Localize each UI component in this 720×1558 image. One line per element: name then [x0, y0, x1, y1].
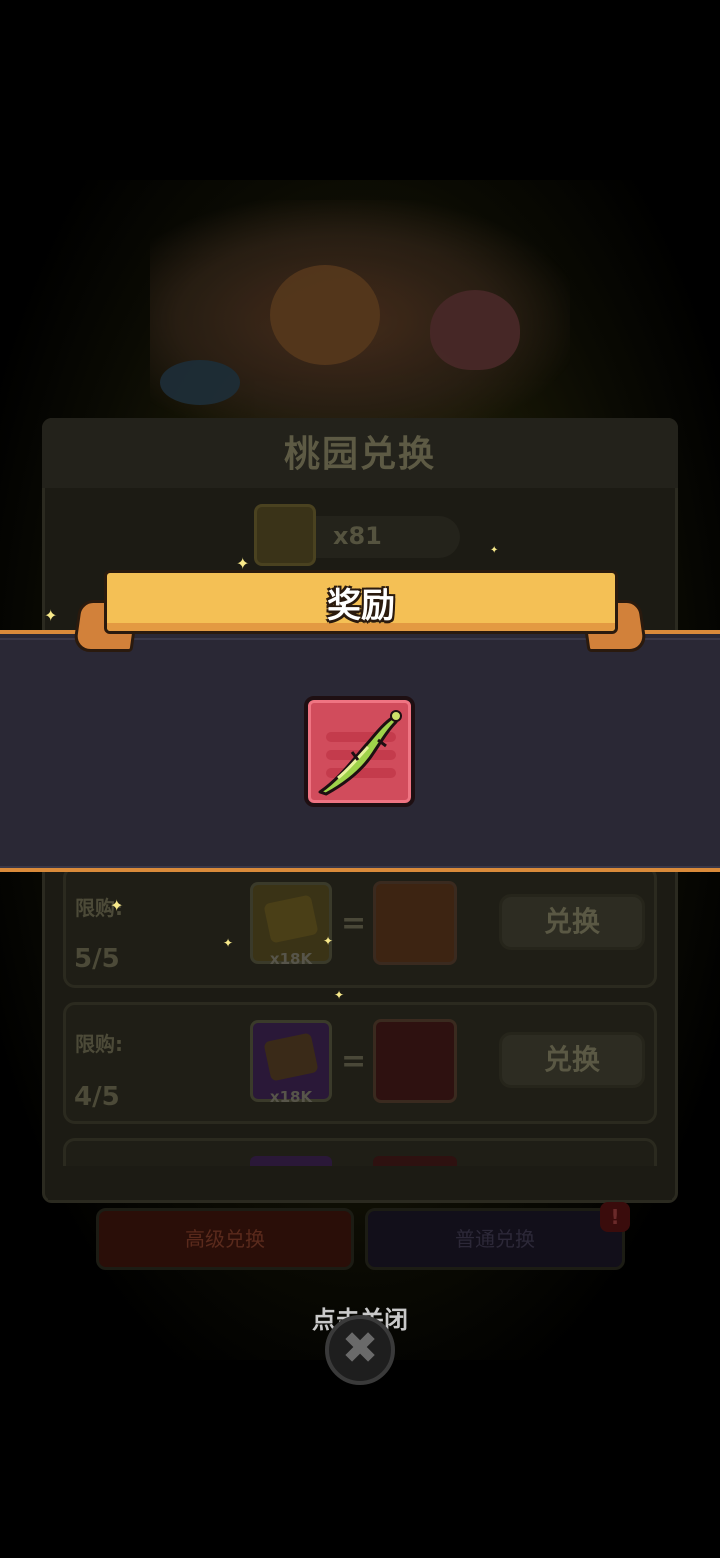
currency-count: x81 [333, 522, 382, 550]
sparkle-icon: ✦ [44, 606, 58, 625]
row-limit-label: 限购: [75, 1032, 123, 1056]
exchange-button[interactable]: 兑换 [499, 894, 645, 950]
panel-title: 桃园兑换 [283, 434, 436, 475]
green-curved-blade-icon [318, 710, 402, 796]
blade-reward-icon [373, 1019, 457, 1103]
exchange-row [63, 1138, 657, 1168]
reward-item[interactable] [304, 696, 415, 807]
notification-badge: ! [600, 1202, 630, 1232]
leaf-image [160, 360, 240, 405]
sparkle-icon: ✦ [236, 554, 250, 573]
tab-senior-exchange[interactable]: 高级兑换 [96, 1208, 354, 1270]
exchange-button[interactable]: 兑换 [499, 1032, 645, 1088]
scroll-ticket-icon [254, 504, 316, 566]
tab-normal-exchange[interactable]: 普通兑换 [365, 1208, 625, 1270]
sparkle-icon: ✦ [490, 545, 499, 556]
banner-artwork [150, 200, 570, 420]
panel-footer [48, 1166, 672, 1200]
equals-icon: = [341, 1044, 367, 1079]
row-limit-count: 4/5 [74, 1082, 120, 1112]
sparkle-icon: ✦ [110, 896, 124, 915]
axe-reward-icon [373, 881, 457, 965]
cost-label: x18K [269, 1088, 313, 1106]
cost-label: x18K [269, 950, 313, 968]
close-icon[interactable]: ✖ [325, 1315, 395, 1385]
sparkle-icon: ✦ [223, 936, 234, 950]
peach-image [430, 290, 520, 370]
sparkle-icon: ✦ [334, 988, 345, 1002]
reward-title: 奖励 [327, 586, 395, 626]
row-limit-count: 5/5 [74, 944, 120, 974]
sparkle-icon: ✦ [323, 934, 334, 948]
equals-icon: = [341, 906, 367, 941]
monkey-character-image [270, 265, 380, 365]
